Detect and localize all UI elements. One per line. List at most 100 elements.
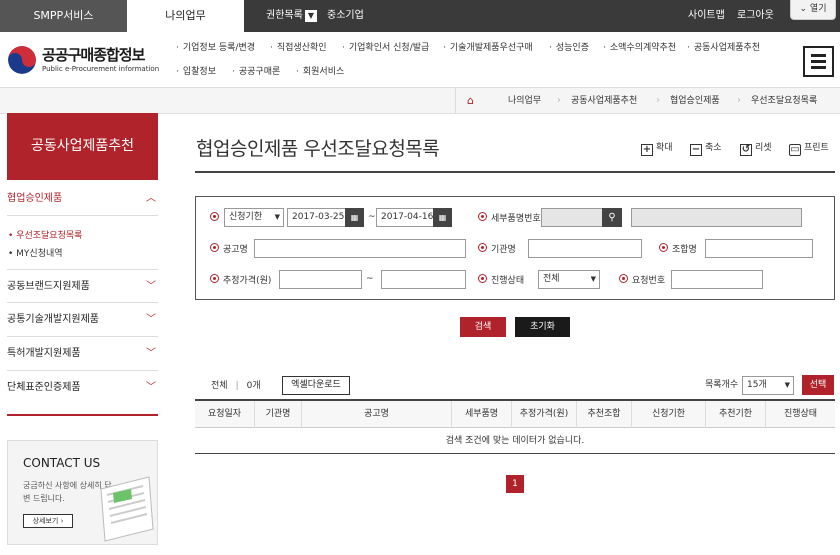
gnb-bid-info[interactable]: 입찰정보 bbox=[176, 64, 216, 77]
chevron-down-icon: ﹀ bbox=[146, 348, 156, 359]
date-to-input[interactable]: 2017-04-16 bbox=[376, 208, 436, 227]
breadcrumb-item[interactable]: 나의업무 bbox=[508, 88, 541, 114]
sidebar-item-joint-brand[interactable]: 공동브랜드지원제품 ﹀ bbox=[7, 269, 158, 303]
total-label: 전체 bbox=[211, 381, 228, 391]
price-from-input[interactable] bbox=[279, 270, 362, 289]
gnb-performance-cert[interactable]: 성능인증 bbox=[549, 40, 589, 53]
table-header: 요청일자 기관명 공고명 세부품명 추정가격(원) 추천조합 신청기한 추천기한… bbox=[195, 401, 835, 428]
tab-my-work[interactable]: 나의업무 bbox=[127, 0, 244, 32]
price-to-input[interactable] bbox=[381, 270, 466, 289]
chevron-down-icon: ﹀ bbox=[146, 281, 156, 292]
column-header: 추천기한 bbox=[706, 401, 766, 428]
zoom-out-button[interactable]: − 축소 bbox=[690, 140, 722, 156]
reset-button[interactable]: 초기화 bbox=[515, 317, 570, 337]
bullet-icon bbox=[619, 274, 628, 283]
role-dropdown-icon[interactable]: ▼ bbox=[305, 10, 317, 22]
page-title: 협업승인제품 우선조달요청목록 bbox=[196, 138, 440, 160]
breadcrumb: ⌂ 나의업무 › 공동사업제품추천 › 협업승인제품 › 우선조달요청목록 bbox=[0, 88, 840, 114]
union-input[interactable] bbox=[705, 239, 813, 258]
zoom-out-label: 축소 bbox=[705, 143, 722, 153]
search-icon[interactable]: ⚲ bbox=[602, 208, 622, 227]
breadcrumb-item[interactable]: 공동사업제품추천 bbox=[571, 88, 637, 114]
bullet-icon bbox=[478, 212, 487, 221]
bullet-icon bbox=[659, 243, 668, 252]
home-icon[interactable]: ⌂ bbox=[455, 88, 485, 114]
gnb-tech-priority-purchase[interactable]: 기술개발제품우선구매 bbox=[443, 40, 533, 53]
sidebar-divider bbox=[7, 414, 158, 416]
column-header: 기관명 bbox=[255, 401, 302, 428]
calendar-icon[interactable]: ▦ bbox=[345, 208, 364, 227]
chevron-down-icon: ﹀ bbox=[146, 382, 156, 393]
pagination-current-page[interactable]: 1 bbox=[506, 475, 524, 493]
sidebar-title: 공동사업제품추천 bbox=[7, 113, 158, 180]
logo-title[interactable]: 공공구매종합정보 bbox=[42, 44, 145, 65]
plus-icon: + bbox=[641, 144, 653, 156]
printer-icon: ▭ bbox=[789, 144, 801, 156]
agency-label: 기관명 bbox=[491, 245, 516, 255]
gnb-joint-product[interactable]: 공동사업제품추천 bbox=[687, 40, 760, 53]
gnb-member-service[interactable]: 회원서비스 bbox=[296, 64, 344, 77]
bullet-icon bbox=[478, 274, 487, 283]
gnb-direct-production[interactable]: 직접생산확인 bbox=[270, 40, 327, 53]
bullet-icon bbox=[210, 243, 219, 252]
notice-input[interactable] bbox=[254, 239, 466, 258]
role-list-label: 권한목록 bbox=[266, 10, 303, 21]
select-button[interactable]: 선택 bbox=[802, 375, 834, 395]
gnb-company-info[interactable]: 기업정보 등록/변경 bbox=[176, 40, 255, 53]
logout-link[interactable]: 로그아웃 bbox=[737, 0, 774, 32]
role-value[interactable]: 중소기업 bbox=[327, 0, 364, 32]
gnb-small-contract[interactable]: 소액수의계약추천 bbox=[603, 40, 676, 53]
request-no-label: 요청번호 bbox=[632, 276, 666, 286]
taegeuk-logo-icon[interactable] bbox=[8, 46, 36, 74]
open-label: 열기 bbox=[809, 4, 827, 14]
gnb-procurement-loan[interactable]: 공공구매론 bbox=[232, 64, 280, 77]
sidebar-item-common-tech[interactable]: 공통기술개발지원제품 ﹀ bbox=[7, 303, 158, 337]
reset-zoom-button[interactable]: ↺ 리셋 bbox=[740, 140, 772, 156]
search-form: 신청기한 2017-03-25 ▦ ~ 2017-04-16 ▦ 세부품명번호 … bbox=[195, 196, 835, 300]
header: 공공구매종합정보 Public e-Procurement informatio… bbox=[0, 32, 840, 88]
sidebar-item-label: 공통기술개발지원제품 bbox=[7, 314, 99, 325]
chevron-down-icon: ⌄ bbox=[799, 4, 808, 14]
zoom-in-button[interactable]: + 확대 bbox=[641, 140, 673, 156]
contact-detail-label: 상세보기 bbox=[32, 517, 59, 525]
date-tilde: ~ bbox=[368, 212, 376, 222]
breadcrumb-item[interactable]: 협업승인제품 bbox=[670, 88, 720, 114]
perpage-label: 목록개수 bbox=[705, 380, 739, 390]
column-header: 신청기한 bbox=[632, 401, 706, 428]
contact-title: CONTACT US bbox=[23, 456, 101, 470]
breadcrumb-item[interactable]: 우선조달요청목록 bbox=[751, 88, 817, 114]
union-label: 조합명 bbox=[672, 245, 697, 255]
sidebar-item-patent[interactable]: 특허개발지원제품 ﹀ bbox=[7, 337, 158, 371]
breadcrumb-chevron-icon: › bbox=[557, 95, 561, 106]
hamburger-menu-icon[interactable] bbox=[803, 46, 834, 77]
total-count: 전체 | 0개 bbox=[211, 381, 261, 391]
contact-us-box: CONTACT US 궁금하신 사항에 상세히 답변 드립니다. 상세보기 › bbox=[7, 440, 158, 545]
date-from-input[interactable]: 2017-03-25 bbox=[287, 208, 347, 227]
sitemap-link[interactable]: 사이트맵 bbox=[688, 0, 725, 32]
request-table: 요청일자 기관명 공고명 세부품명 추정가격(원) 추천조합 신청기한 추천기한… bbox=[195, 399, 835, 454]
title-divider bbox=[195, 171, 835, 173]
gnb-company-certificate[interactable]: 기업확인서 신청/발급 bbox=[342, 40, 429, 53]
calendar-icon[interactable]: ▦ bbox=[433, 208, 452, 227]
sidebar-sub-priority-request[interactable]: 우선조달요청목록 bbox=[8, 228, 82, 241]
open-button[interactable]: ⌄ 열기 bbox=[790, 0, 836, 20]
chevron-up-icon: ︿ bbox=[146, 193, 156, 204]
period-type-select[interactable]: 신청기한 bbox=[224, 208, 284, 227]
column-header: 공고명 bbox=[302, 401, 452, 428]
sidebar-item-group-standard[interactable]: 단체표준인증제품 ﹀ bbox=[7, 371, 158, 405]
perpage-select[interactable]: 15개 bbox=[742, 376, 794, 395]
contact-detail-button[interactable]: 상세보기 › bbox=[23, 514, 73, 528]
agency-input[interactable] bbox=[528, 239, 642, 258]
column-header: 추정가격(원) bbox=[512, 401, 577, 428]
sidebar-item-collab-approved[interactable]: 협업승인제품 ︿ bbox=[7, 182, 158, 216]
excel-download-button[interactable]: 엑셀다운로드 bbox=[282, 376, 350, 395]
sidebar-sub-my-request[interactable]: MY신청내역 bbox=[8, 246, 62, 259]
print-button[interactable]: ▭ 프린트 bbox=[789, 140, 829, 156]
tab-smpp-service[interactable]: SMPP서비스 bbox=[0, 0, 127, 32]
item-no-input[interactable] bbox=[541, 208, 603, 227]
request-no-input[interactable] bbox=[671, 270, 763, 289]
search-button[interactable]: 검색 bbox=[460, 317, 506, 337]
zoom-in-label: 확대 bbox=[656, 143, 673, 153]
sidebar-item-label: 단체표준인증제품 bbox=[7, 382, 81, 393]
status-select[interactable]: 전체 bbox=[538, 270, 600, 289]
